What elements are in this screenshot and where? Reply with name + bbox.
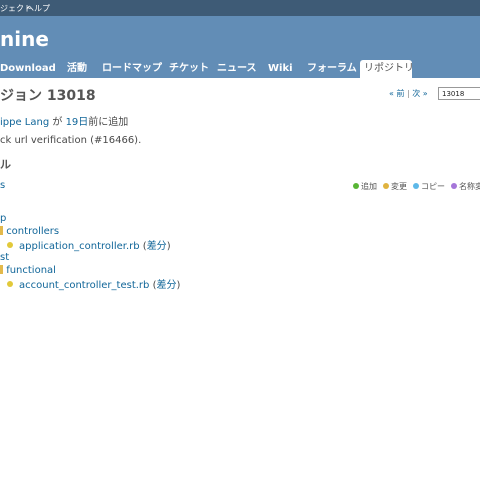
author-line: ippe Lang が 19日前に追加 <box>0 113 128 128</box>
legend-modified: 変更 <box>383 181 407 192</box>
file-link-application-controller[interactable]: application_controller.rb <box>19 241 140 252</box>
tab-wiki[interactable]: Wiki <box>264 60 297 78</box>
top-menu-item-help[interactable]: ヘルプ <box>26 3 50 14</box>
files-heading: ル <box>0 158 11 171</box>
modified-dot-icon <box>383 182 389 189</box>
tree-file-account-controller-test: account_controller_test.rb (差分) <box>7 276 180 291</box>
main-menu: Download 活動 ロードマップ チケット ニュース Wiki フォーラム … <box>0 60 480 78</box>
time-ago-link[interactable]: 19日 <box>66 117 89 128</box>
nav-separator: | <box>406 89 410 98</box>
folder-icon <box>0 265 3 274</box>
added-dot-icon <box>353 182 359 189</box>
tree-folder-test[interactable]: st <box>0 252 9 263</box>
tree-folder-controllers[interactable]: controllers <box>0 225 59 237</box>
author-link[interactable]: ippe Lang <box>0 117 49 128</box>
tree-file-application-controller: application_controller.rb (差分) <box>7 237 171 252</box>
tab-news[interactable]: ニュース <box>213 60 261 78</box>
tab-activity[interactable]: 活動 <box>63 60 91 78</box>
page-title: ジョン 13018 <box>0 88 96 104</box>
revision-input[interactable] <box>438 87 480 100</box>
commit-message: ck url verification (#16466). <box>0 135 142 146</box>
tree-folder-functional[interactable]: functional <box>0 264 56 276</box>
modified-file-icon <box>7 242 13 248</box>
previous-revision-link[interactable]: « 前 <box>389 89 404 98</box>
legend-added: 追加 <box>353 181 377 192</box>
next-revision-link[interactable]: 次 » <box>412 89 427 98</box>
app-title[interactable]: nine <box>0 27 49 51</box>
tab-roadmap[interactable]: ロードマップ <box>98 60 166 78</box>
tab-forums[interactable]: フォーラム <box>303 60 361 78</box>
tab-repository[interactable]: リポジトリ <box>360 60 414 78</box>
view-link[interactable]: s <box>0 180 5 191</box>
tab-download[interactable]: Download <box>0 60 60 78</box>
author-suffix: 前に追加 <box>88 117 129 128</box>
content-area: ジョン 13018 « 前 | 次 » ippe Lang が 19日前に追加 … <box>0 78 480 480</box>
top-menu: ジェクト ヘルプ <box>0 0 480 16</box>
revision-nav: « 前 | 次 » <box>389 88 428 99</box>
file-link-account-controller-test[interactable]: account_controller_test.rb <box>19 280 149 291</box>
folder-icon <box>0 226 3 235</box>
diff-link-account-controller-test[interactable]: 差分 <box>156 280 176 291</box>
tree-folder-app[interactable]: p <box>0 213 6 224</box>
change-legend: 追加 変更 コピー 名称変 <box>353 181 480 192</box>
renamed-dot-icon <box>451 182 457 189</box>
author-connector: が <box>49 117 66 128</box>
legend-renamed: 名称変 <box>451 181 480 192</box>
tab-issues[interactable]: チケット <box>165 60 213 78</box>
copied-dot-icon <box>413 182 419 189</box>
modified-file-icon <box>7 281 13 287</box>
header: nine Download 活動 ロードマップ チケット ニュース Wiki フ… <box>0 16 480 78</box>
diff-link-application-controller[interactable]: 差分 <box>147 241 167 252</box>
legend-copied: コピー <box>413 181 445 192</box>
